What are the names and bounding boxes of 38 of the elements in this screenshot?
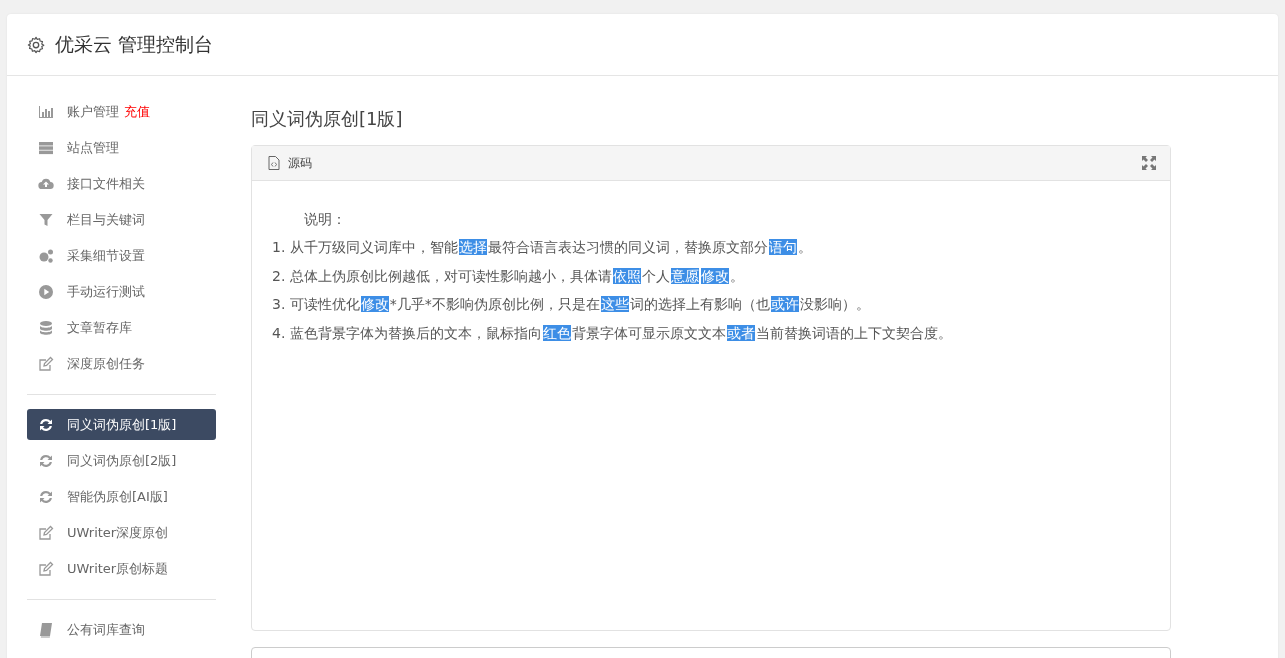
sidebar-item[interactable]: 接口文件相关 [27, 168, 216, 199]
sidebar-item[interactable]: 站点管理 [27, 132, 216, 163]
code-file-icon [268, 156, 280, 170]
edit-icon [38, 560, 54, 577]
sidebar-item[interactable]: 采集细节设置 [27, 240, 216, 271]
filter-icon [38, 211, 54, 228]
description-line: 1. 从千万级同义词库中，智能选择最符合语言表达习惯的同义词，替换原文部分语句。 [272, 238, 813, 257]
edit-icon [38, 524, 54, 541]
panel-title: 源码 [288, 154, 312, 172]
description-heading: 说明： [303, 210, 347, 229]
description-line: 4. 蓝色背景字体为替换后的文本，鼠标指向 红色背景字体可显示原文文本或者当前替换词语的上下文契合度。 [272, 323, 953, 343]
sidebar-item[interactable]: 文章暂存库 [27, 312, 216, 343]
database-icon [38, 319, 54, 336]
fullscreen-icon[interactable] [1142, 156, 1156, 170]
sidebar-item[interactable]: 同义词伪原创[2版] [27, 445, 216, 476]
refresh-icon [38, 452, 54, 469]
server-icon [38, 139, 54, 156]
settings-icon [27, 35, 45, 54]
sidebar-item[interactable]: UWriter原创标题 [27, 553, 216, 584]
refresh-icon [38, 488, 54, 505]
sidebar-item[interactable]: 深度原创任务 [27, 348, 216, 379]
recharge-link[interactable]: 充值 [124, 102, 150, 121]
refresh-icon [38, 416, 54, 433]
sidebar-item[interactable]: 智能伪原创[AI版] [27, 481, 216, 512]
sidebar-item[interactable]: 同义词伪原创[1版] [27, 409, 216, 440]
description-line: 3. 可读性优化修改*几乎*不影响伪原创比例，只是在这些词的选择上有影响（也或许没影响）。 [272, 295, 871, 314]
bar-chart-icon [38, 103, 54, 120]
play-icon [38, 283, 54, 300]
sidebar-item[interactable]: 栏目与关键词 [27, 204, 216, 235]
header-title: 优采云 管理控制台 [55, 31, 214, 57]
page-title: 同义词伪原创[1版] [251, 107, 404, 131]
sidebar-item[interactable]: UWriter深度原创 [27, 517, 216, 548]
sidebar-item[interactable]: 手动运行测试 [27, 276, 216, 307]
book-icon [38, 621, 54, 638]
sidebar-item[interactable]: 账户管理 充值 [27, 96, 216, 127]
description-line: 2. 总体上伪原创比例越低，对可读性影响越小，具体请依照个人意愿修改。 [272, 266, 745, 286]
sidebar-item[interactable]: 公有词库查询 [27, 614, 216, 645]
edit-icon [38, 355, 54, 372]
